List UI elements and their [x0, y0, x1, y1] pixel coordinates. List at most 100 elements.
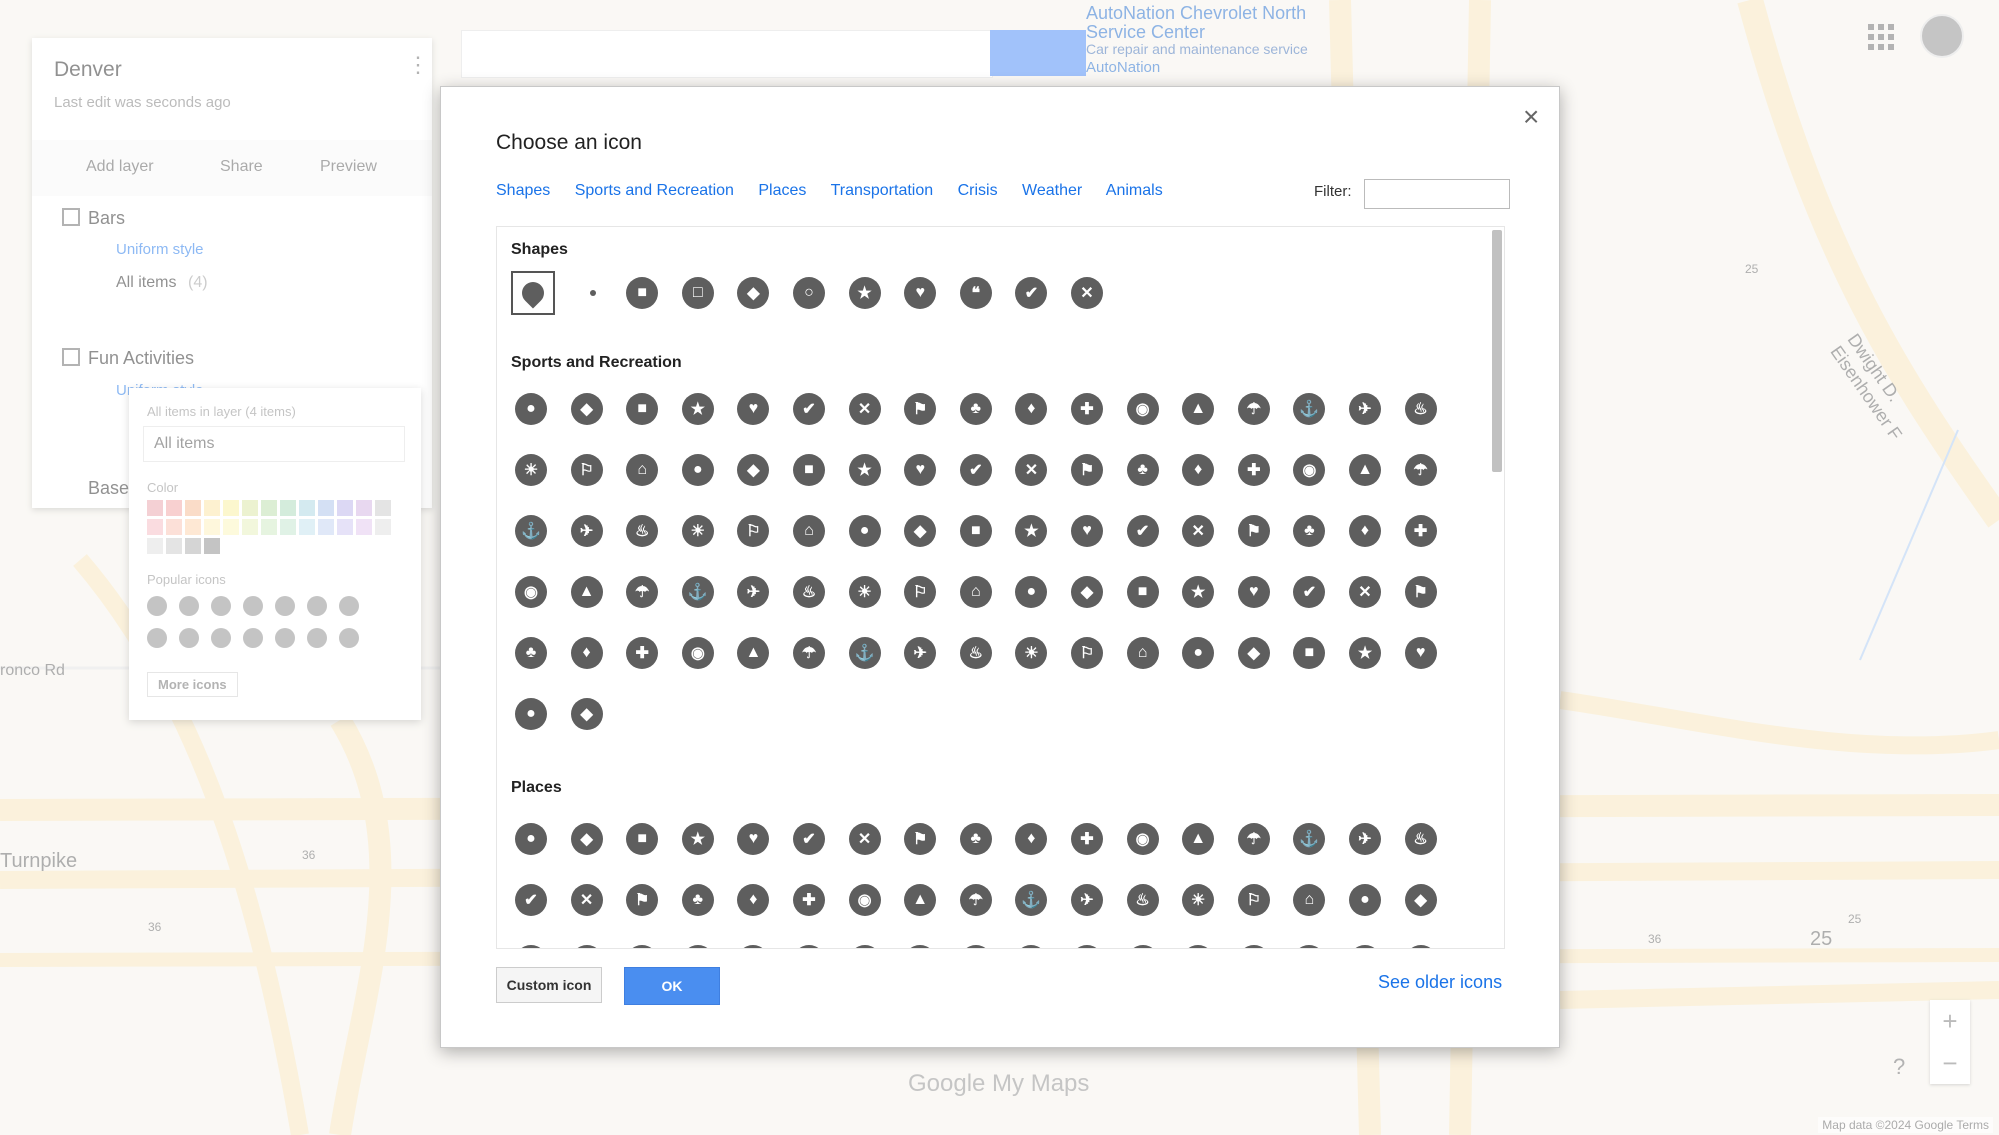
places-icon[interactable]: ◉ [1126, 823, 1159, 855]
scrollbar-thumb[interactable] [1492, 230, 1502, 472]
places-icon[interactable]: ◆ [570, 823, 603, 855]
sports-icon[interactable]: ♨ [626, 515, 659, 547]
sports-icon[interactable]: ● [515, 698, 547, 730]
places-icon[interactable]: ♦ [1015, 823, 1048, 855]
places-icon[interactable]: ♨ [1404, 823, 1437, 855]
sports-icon[interactable]: ⌂ [959, 576, 992, 608]
marker-pin-icon-selected[interactable] [511, 271, 555, 315]
sports-icon[interactable]: ♣ [1293, 515, 1326, 547]
sports-icon[interactable]: ⚐ [1071, 637, 1103, 669]
sports-icon[interactable]: ● [1182, 637, 1215, 669]
sports-icon[interactable]: ◉ [681, 637, 714, 669]
places-icon[interactable]: ♨ [848, 945, 881, 948]
see-older-icons-link[interactable]: See older icons [1378, 972, 1502, 993]
places-icon[interactable]: ▲ [904, 884, 937, 916]
places-icon[interactable]: ◆ [1404, 884, 1437, 916]
places-icon[interactable]: ☂ [1237, 823, 1270, 855]
places-icon[interactable]: ◉ [570, 945, 603, 948]
sports-icon[interactable]: ⚓ [681, 576, 714, 608]
places-icon[interactable]: ✈ [793, 945, 825, 948]
places-icon[interactable]: ✚ [515, 945, 547, 948]
sports-icon[interactable]: ♦ [1015, 393, 1048, 425]
star-icon[interactable]: ★ [848, 277, 881, 309]
sports-icon[interactable]: ● [515, 393, 547, 425]
sports-icon[interactable]: ▲ [1182, 393, 1215, 425]
sports-icon[interactable]: ♨ [1404, 393, 1437, 425]
sports-icon[interactable]: ♣ [959, 393, 992, 425]
places-icon[interactable]: ▲ [626, 945, 659, 948]
sports-icon[interactable]: ♥ [737, 393, 770, 425]
places-icon[interactable]: ♦ [737, 884, 770, 916]
sports-icon[interactable]: ⚓ [1293, 393, 1326, 425]
sports-icon[interactable]: ✚ [1237, 454, 1270, 486]
sports-icon[interactable]: ✈ [904, 637, 937, 669]
sports-icon[interactable]: ☀ [681, 515, 714, 547]
places-icon[interactable]: ⚓ [737, 945, 770, 948]
sports-icon[interactable]: ♥ [1237, 576, 1270, 608]
sports-icon[interactable]: ✈ [737, 576, 770, 608]
sports-icon[interactable]: ★ [1015, 515, 1048, 547]
places-icon[interactable]: ■ [626, 823, 659, 855]
places-icon[interactable]: ☀ [904, 945, 937, 948]
sports-icon[interactable]: ◆ [570, 393, 603, 425]
sports-icon[interactable]: ▲ [737, 637, 770, 669]
sports-icon[interactable]: ■ [793, 454, 825, 486]
heart-icon[interactable]: ♥ [904, 277, 937, 309]
places-icon[interactable]: ★ [1237, 945, 1270, 948]
tab-weather[interactable]: Weather [1022, 182, 1082, 199]
places-icon[interactable]: ★ [681, 823, 714, 855]
sports-icon[interactable]: ☂ [1237, 393, 1270, 425]
places-icon[interactable]: ♥ [737, 823, 770, 855]
sports-icon[interactable]: ✈ [1349, 393, 1381, 425]
sports-icon[interactable]: ✔ [793, 393, 825, 425]
places-icon[interactable]: ● [1071, 945, 1103, 948]
sports-icon[interactable]: ♥ [904, 454, 937, 486]
places-icon[interactable]: ✚ [793, 884, 825, 916]
sports-icon[interactable]: ⚐ [737, 515, 770, 547]
sports-icon[interactable]: ♨ [793, 576, 825, 608]
sports-icon[interactable]: ⚑ [1237, 515, 1270, 547]
sports-icon[interactable]: ✕ [848, 393, 881, 425]
sports-icon[interactable]: ✈ [570, 515, 603, 547]
sports-icon[interactable]: ♣ [1126, 454, 1159, 486]
sports-icon[interactable]: ☂ [626, 576, 659, 608]
sports-icon[interactable]: ◉ [515, 576, 547, 608]
small-dot-icon[interactable] [590, 290, 596, 296]
places-icon[interactable]: ✈ [1071, 884, 1103, 916]
cross-icon[interactable]: ✕ [1071, 277, 1103, 309]
sports-icon[interactable]: ■ [626, 393, 659, 425]
places-icon[interactable]: ⚓ [1015, 884, 1048, 916]
places-icon[interactable]: ☂ [681, 945, 714, 948]
square-icon[interactable]: □ [681, 277, 714, 309]
sports-icon[interactable]: ✚ [1404, 515, 1437, 547]
sports-icon[interactable]: ⚓ [848, 637, 881, 669]
sports-icon[interactable]: ✚ [1071, 393, 1103, 425]
sports-icon[interactable]: ♦ [1182, 454, 1215, 486]
places-icon[interactable]: ♨ [1126, 884, 1159, 916]
tab-places[interactable]: Places [758, 182, 806, 199]
quote-icon[interactable]: ❝ [959, 277, 992, 309]
sports-icon[interactable]: ◉ [1126, 393, 1159, 425]
sports-icon[interactable]: ♥ [1071, 515, 1103, 547]
places-icon[interactable]: ⚑ [904, 823, 937, 855]
sports-icon[interactable]: ⚐ [904, 576, 937, 608]
sports-icon[interactable]: ★ [1349, 637, 1381, 669]
places-icon[interactable]: ⚑ [626, 884, 659, 916]
sports-icon[interactable]: ♦ [1349, 515, 1381, 547]
ok-button[interactable]: OK [624, 967, 720, 1005]
sports-icon[interactable]: ⚐ [570, 454, 603, 486]
sports-icon[interactable]: ☂ [793, 637, 825, 669]
tab-shapes[interactable]: Shapes [496, 182, 550, 199]
places-icon[interactable]: ✕ [1404, 945, 1437, 948]
places-icon[interactable]: ⚐ [1237, 884, 1270, 916]
sports-icon[interactable]: ✔ [1126, 515, 1159, 547]
tab-sports-and-recreation[interactable]: Sports and Recreation [575, 182, 734, 199]
check-icon[interactable]: ✔ [1015, 277, 1048, 309]
sports-icon[interactable]: ☂ [1404, 454, 1437, 486]
sports-icon[interactable]: ✕ [1015, 454, 1048, 486]
sports-icon[interactable]: ✚ [626, 637, 659, 669]
custom-icon-button[interactable]: Custom icon [496, 967, 602, 1003]
places-icon[interactable]: ☀ [1182, 884, 1215, 916]
sports-icon[interactable]: ◆ [1237, 637, 1270, 669]
sports-icon[interactable]: ✕ [1349, 576, 1381, 608]
